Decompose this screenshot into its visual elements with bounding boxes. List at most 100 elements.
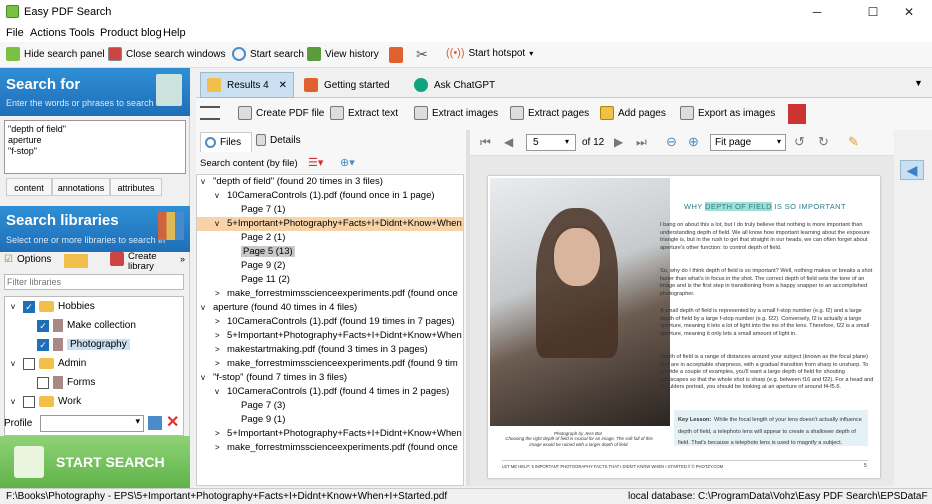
tree-chevron-icon[interactable]: > [215, 287, 227, 301]
result-file-row[interactable]: >10CameraControls (1).pdf (found 19 time… [197, 315, 463, 329]
tree-chevron-icon[interactable]: > [215, 343, 227, 357]
result-page-row[interactable]: Page 9 (2) [197, 259, 463, 273]
hide-search-panel-button[interactable]: Hide search panel [6, 47, 105, 61]
library-checkbox[interactable] [23, 395, 35, 408]
extract-images-button[interactable]: Extract images [414, 106, 498, 120]
result-page-row[interactable]: Page 9 (1) [197, 413, 463, 427]
tab-files[interactable]: Files [200, 132, 252, 152]
zoom-in-icon[interactable]: ⊕ [688, 134, 699, 150]
close-button[interactable]: ✕ [886, 0, 932, 24]
profile-select[interactable]: ▾ [40, 415, 144, 432]
page-number-input[interactable]: 5 ▾ [526, 134, 576, 151]
tabs-dropdown-icon[interactable]: ▼ [914, 78, 923, 88]
result-file-row[interactable]: v 5+Important+Photography+Facts+I+Didnt+K… [197, 217, 463, 231]
tree-chevron-icon[interactable]: > [215, 441, 227, 455]
acrobat-icon[interactable] [788, 104, 806, 124]
library-checkbox[interactable]: ✓ [37, 319, 49, 332]
result-file-row[interactable]: > makestartmaking.pdf (found 3 times in 3… [197, 343, 463, 357]
tab-ask-chatgpt[interactable]: Ask ChatGPT [408, 72, 501, 98]
menu-actions[interactable]: Actions [30, 27, 66, 39]
result-page-row[interactable]: Page 5 (13) [197, 245, 463, 259]
tools-icon[interactable]: ✂ [416, 46, 428, 63]
library-item[interactable]: ✓ Photography [5, 335, 183, 354]
next-page-icon[interactable]: ▶ [614, 135, 623, 149]
tree-chevron-icon[interactable]: > [215, 315, 227, 329]
expand-chevron-icon[interactable]: v [11, 359, 19, 368]
menu-help[interactable]: Help [163, 27, 186, 39]
library-item[interactable]: ✓ Make collection [5, 316, 183, 335]
menu-tools[interactable]: Tools [69, 27, 95, 39]
rotate-right-icon[interactable]: ↻ [818, 134, 829, 150]
library-checkbox[interactable] [23, 357, 35, 370]
result-term-row[interactable]: v "f-stop" (found 7 times in 3 files) [197, 371, 463, 385]
result-file-row[interactable]: v 10CameraControls (1).pdf (found once in… [197, 189, 463, 203]
delete-profile-icon[interactable]: ✕ [166, 412, 179, 432]
pdf-icon[interactable] [389, 47, 403, 63]
menu-file[interactable]: File [6, 27, 24, 39]
menu-product-blog[interactable]: Product blog [100, 27, 162, 39]
close-search-windows-button[interactable]: Close search windows [108, 47, 226, 61]
library-item[interactable]: v ✓ Hobbies [5, 297, 183, 316]
library-item[interactable]: v Admin [5, 354, 183, 373]
create-library-button[interactable]: Create library [110, 252, 168, 272]
previous-page-icon[interactable]: ◀ [504, 135, 513, 149]
library-checkbox[interactable]: ✓ [23, 300, 35, 313]
tree-chevron-icon[interactable]: v [201, 301, 213, 315]
minimize-button[interactable]: ─ [794, 0, 840, 24]
expand-chevron-icon[interactable]: v [11, 302, 19, 311]
filter-libraries-input[interactable] [4, 274, 184, 290]
result-page-row[interactable]: Page 7 (1) [197, 203, 463, 217]
create-pdf-button[interactable]: Create PDF file [238, 106, 324, 120]
export-images-button[interactable]: Export as images [680, 106, 775, 120]
search-query-input[interactable]: "depth of field" aperture "f-stop" [4, 120, 186, 174]
result-page-row[interactable]: Page 11 (2) [197, 273, 463, 287]
tab-details[interactable]: Details [256, 134, 301, 146]
result-file-row[interactable]: v 10CameraControls (1).pdf (found 4 times… [197, 385, 463, 399]
expand-chevron-icon[interactable]: v [11, 397, 19, 406]
result-page-row[interactable]: Page 2 (1) [197, 231, 463, 245]
tab-annotations[interactable]: annotations [52, 178, 110, 196]
first-page-icon[interactable]: ⏮ [480, 135, 491, 150]
extract-pages-button[interactable]: Extract pages [510, 106, 589, 120]
add-pages-button[interactable]: Add pages [600, 106, 666, 120]
annotate-pen-icon[interactable]: ✎ [848, 134, 859, 150]
result-file-row[interactable]: > make_forrestmimsscienceexperiments.pdf … [197, 441, 463, 455]
tree-chevron-icon[interactable]: v [215, 217, 227, 231]
list-view-icon[interactable] [200, 106, 220, 120]
last-page-icon[interactable]: ⏭ [636, 135, 647, 150]
result-page-row[interactable]: Page 7 (3) [197, 399, 463, 413]
start-hotspot-button[interactable]: ((•)) Start hotspot ▾ [446, 47, 533, 59]
tree-chevron-icon[interactable]: > [215, 357, 227, 371]
extract-text-button[interactable]: Extract text [330, 106, 398, 120]
library-item[interactable]: v Work [5, 392, 183, 411]
tree-chevron-icon[interactable]: > [215, 329, 227, 343]
library-item[interactable]: Forms [5, 373, 183, 392]
add-folder-icon[interactable] [64, 254, 88, 268]
start-search-button[interactable]: START SEARCH [0, 436, 190, 488]
result-file-row[interactable]: >5+Important+Photography+Facts+I+Didnt+K… [197, 427, 463, 441]
tree-chevron-icon[interactable]: v [215, 385, 227, 399]
result-file-row[interactable]: > make_forrestmimsscienceexperiments.pdf … [197, 287, 463, 301]
back-arrow-icon[interactable]: ◀ [900, 160, 924, 180]
library-checkbox[interactable]: ✓ [37, 338, 49, 351]
more-icon[interactable]: » [180, 254, 185, 264]
tree-chevron-icon[interactable]: v [201, 371, 213, 385]
result-term-row[interactable]: v aperture (found 40 times in 4 files) [197, 301, 463, 315]
result-term-row[interactable]: v "depth of field" (found 20 times in 3 f… [197, 175, 463, 189]
view-history-button[interactable]: View history [307, 47, 379, 61]
tree-chevron-icon[interactable]: v [201, 175, 213, 189]
tree-chevron-icon[interactable]: > [215, 427, 227, 441]
search-options-icon[interactable]: ⊕▾ [340, 156, 355, 169]
result-file-row[interactable]: > make_forrestmimsscienceexperiments.pdf … [197, 357, 463, 371]
close-tab-icon[interactable]: ✕ [279, 80, 287, 91]
tab-getting-started[interactable]: Getting started [298, 72, 396, 98]
zoom-out-icon[interactable]: ⊖ [666, 134, 677, 150]
save-profile-icon[interactable] [148, 416, 162, 430]
sort-list-icon[interactable]: ☰▾ [308, 156, 323, 169]
rotate-left-icon[interactable]: ↺ [794, 134, 805, 150]
tree-chevron-icon[interactable]: v [215, 189, 227, 203]
tab-results[interactable]: Results 4 ✕ [200, 72, 294, 98]
library-options-button[interactable]: ☑ Options [4, 254, 51, 265]
tab-attributes[interactable]: attributes [110, 178, 162, 196]
result-file-row[interactable]: >5+Important+Photography+Facts+I+Didnt+K… [197, 329, 463, 343]
